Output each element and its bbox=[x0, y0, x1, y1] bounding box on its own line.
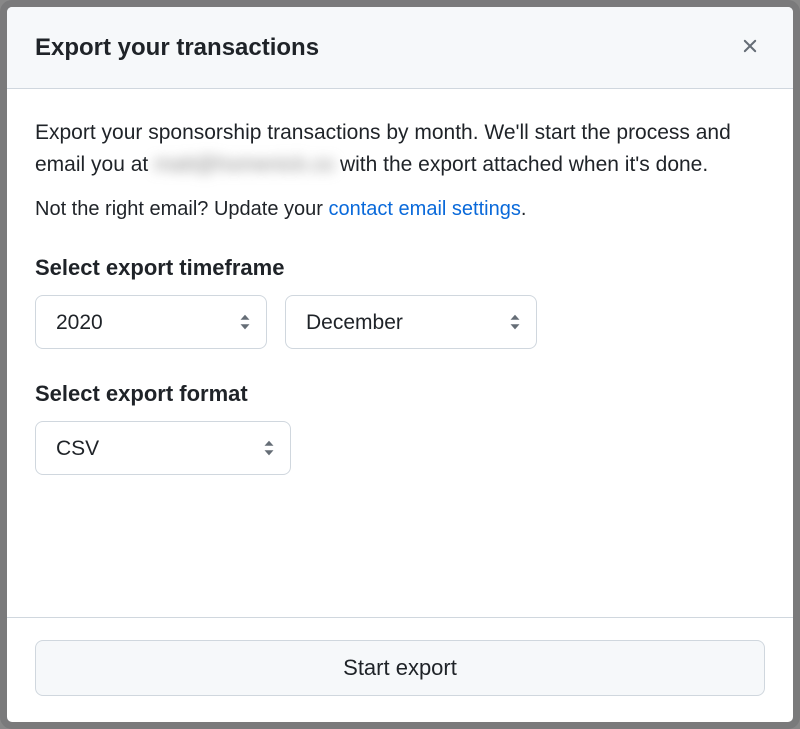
format-select-wrap: CSV bbox=[35, 421, 291, 475]
close-icon bbox=[739, 35, 761, 60]
month-select-wrap: December bbox=[285, 295, 537, 349]
dialog-body: Export your sponsorship transactions by … bbox=[7, 89, 793, 617]
year-select[interactable]: 2020 bbox=[35, 295, 267, 349]
masked-email: matt@homenick.co bbox=[154, 149, 334, 181]
export-transactions-dialog: Export your transactions Export your spo… bbox=[0, 0, 800, 729]
format-label: Select export format bbox=[35, 381, 765, 407]
timeframe-label: Select export timeframe bbox=[35, 255, 765, 281]
year-select-wrap: 2020 bbox=[35, 295, 267, 349]
email-note: Not the right email? Update your contact… bbox=[35, 198, 765, 221]
format-row: CSV bbox=[35, 421, 765, 475]
contact-email-settings-link[interactable]: contact email settings bbox=[329, 198, 521, 220]
email-note-suffix: . bbox=[521, 198, 527, 220]
month-select[interactable]: December bbox=[285, 295, 537, 349]
email-note-prefix: Not the right email? Update your bbox=[35, 198, 329, 220]
dialog-header: Export your transactions bbox=[7, 7, 793, 89]
dialog-title: Export your transactions bbox=[35, 34, 319, 62]
timeframe-row: 2020 December bbox=[35, 295, 765, 349]
export-description: Export your sponsorship transactions by … bbox=[35, 117, 765, 180]
close-button[interactable] bbox=[735, 31, 765, 64]
format-select[interactable]: CSV bbox=[35, 421, 291, 475]
desc-suffix: with the export attached when it's done. bbox=[334, 153, 708, 176]
dialog-footer: Start export bbox=[7, 617, 793, 722]
start-export-button[interactable]: Start export bbox=[35, 640, 765, 696]
